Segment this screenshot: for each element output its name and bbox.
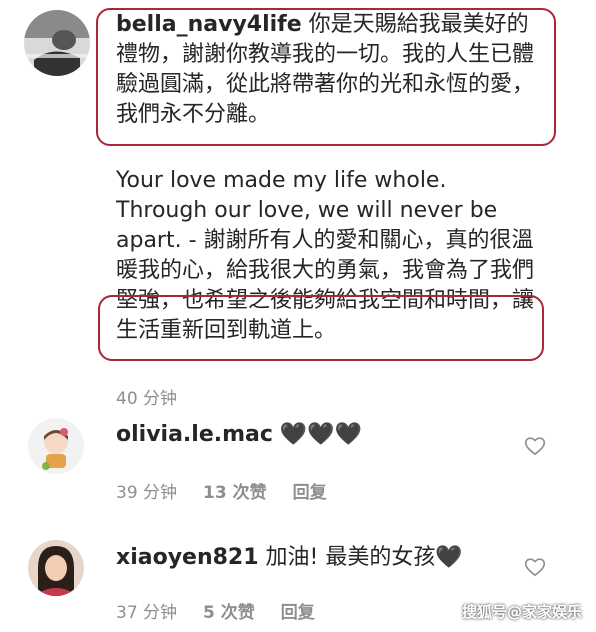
watermark: 搜狐号@家家娱乐: [461, 603, 582, 621]
comment-text: olivia.le.mac 🖤🖤🖤: [116, 420, 516, 450]
comment: bella_navy4life 你是天賜給我最美好的禮物，謝謝你教導我的一切。我…: [116, 10, 556, 346]
reply-button[interactable]: 回复: [293, 478, 327, 503]
comment-username[interactable]: xiaoyen821: [116, 545, 259, 570]
comment-likes[interactable]: 5 次赞: [203, 598, 255, 623]
like-heart-icon[interactable]: [524, 557, 546, 577]
comment-meta: 37 分钟 5 次赞 回复: [116, 598, 315, 623]
comment-time: 40 分钟: [116, 389, 178, 409]
comment-text: bella_navy4life 你是天賜給我最美好的禮物，謝謝你教導我的一切。我…: [116, 10, 540, 130]
avatar-cartoon-icon: [28, 418, 84, 474]
comment-time: 37 分钟: [116, 603, 178, 623]
comment-meta: 39 分钟 13 次赞 回复: [116, 478, 327, 503]
like-heart-icon[interactable]: [524, 436, 546, 456]
comment-meta: 40 分钟: [116, 384, 177, 409]
avatar[interactable]: [28, 418, 84, 474]
comment-time: 39 分钟: [116, 483, 178, 503]
comment-username[interactable]: olivia.le.mac: [116, 422, 273, 447]
comment-message: 加油! 最美的女孩🖤: [265, 545, 463, 570]
avatar-photo-icon: [24, 10, 90, 76]
reply-button[interactable]: 回复: [281, 598, 315, 623]
comment-username[interactable]: bella_navy4life: [116, 12, 302, 37]
comment-message-en: Your love made my life whole. Through ou…: [116, 168, 535, 343]
avatar[interactable]: [28, 540, 84, 596]
comment-message: 🖤🖤🖤: [279, 422, 363, 447]
avatar-photo-icon: [28, 540, 84, 596]
avatar[interactable]: [24, 10, 90, 76]
comment-likes[interactable]: 13 次赞: [203, 478, 267, 503]
comment-text: xiaoyen821 加油! 最美的女孩🖤: [116, 543, 516, 573]
